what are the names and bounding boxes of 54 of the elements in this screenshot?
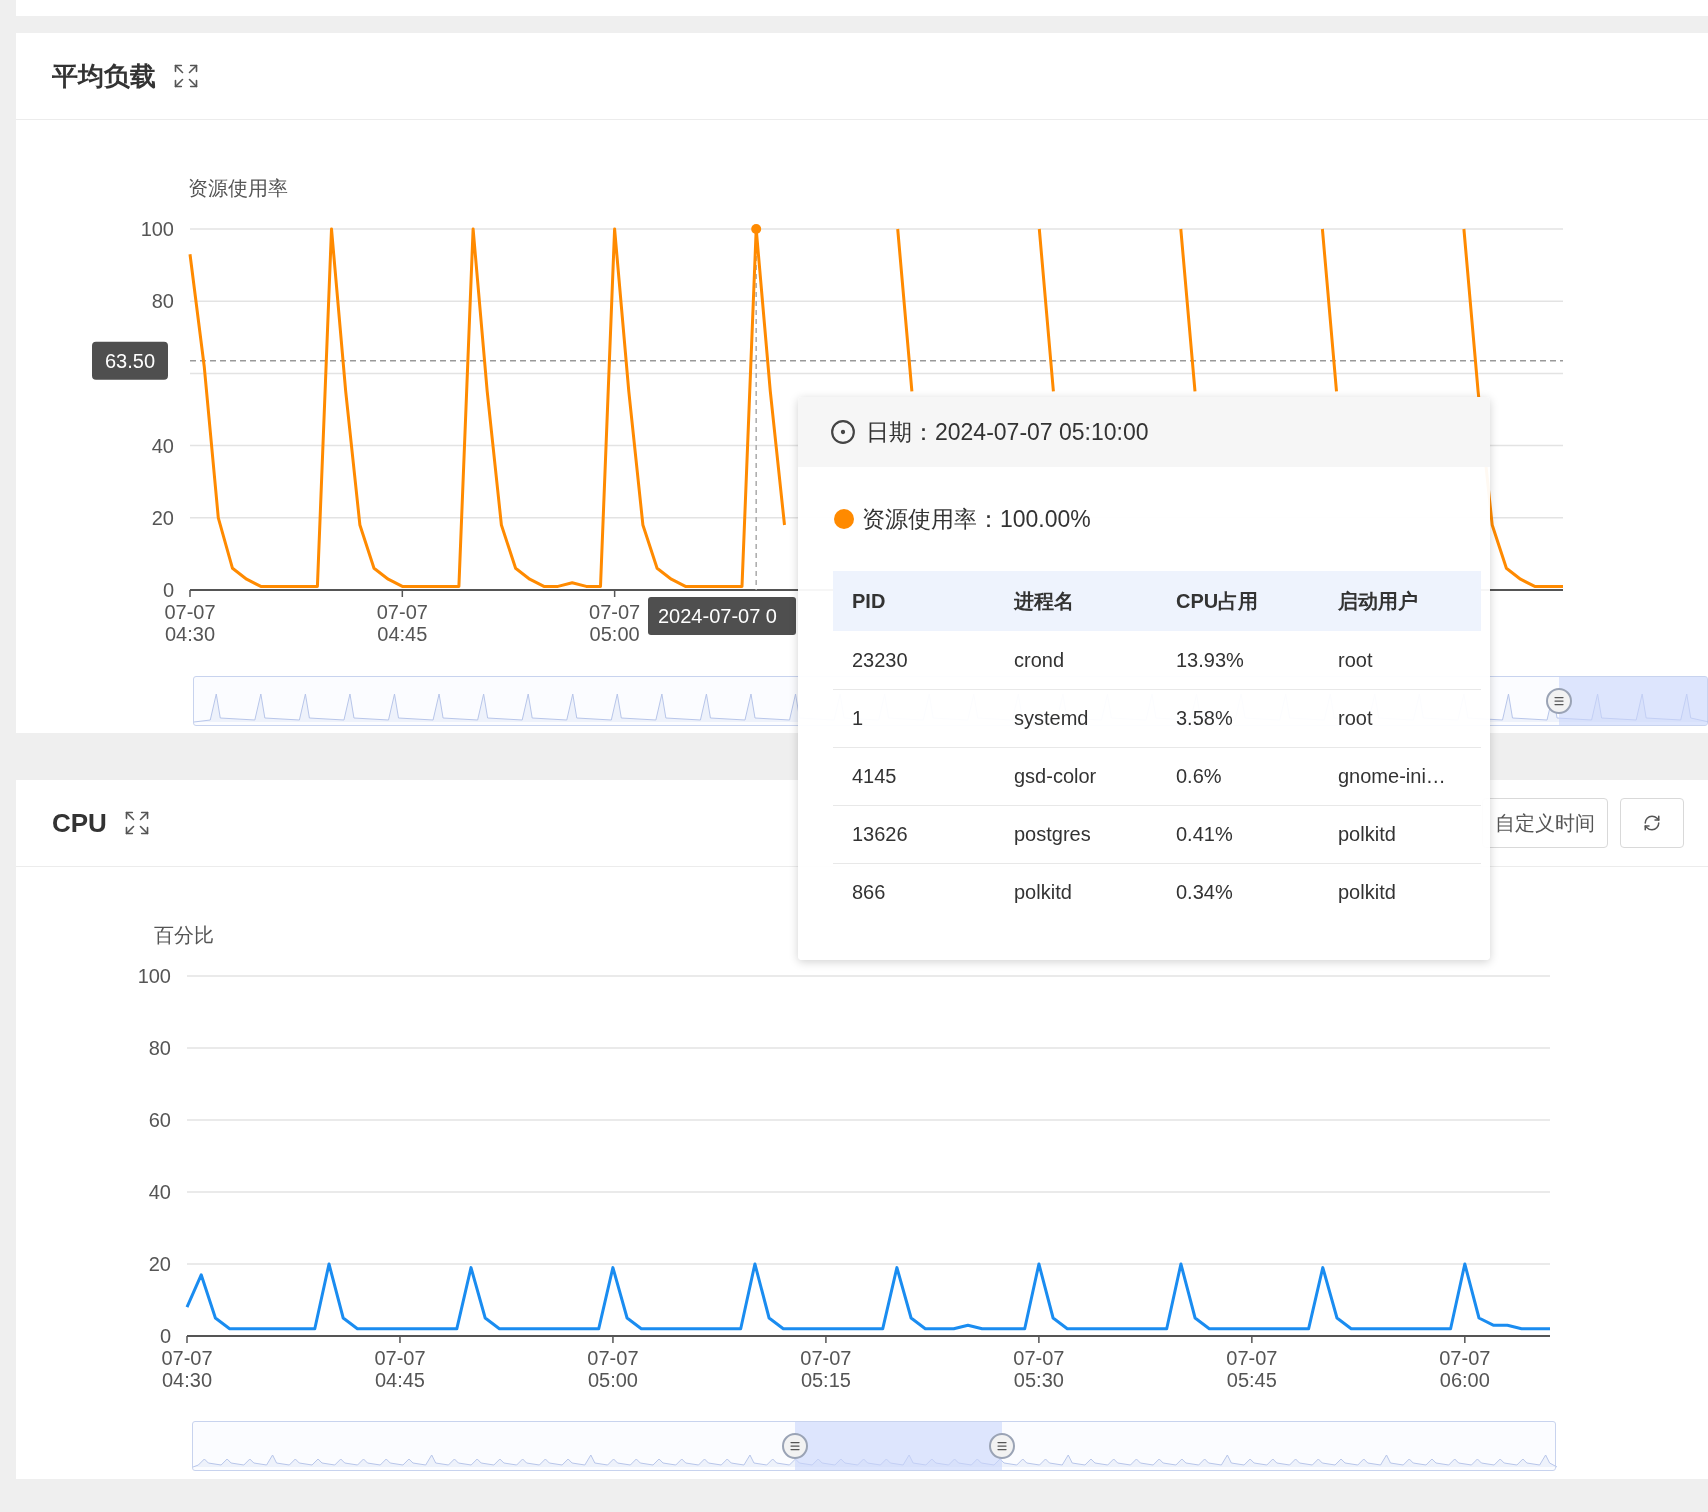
table-cell: 3.58%: [1157, 689, 1319, 747]
ref-line-label: 63.50: [104, 349, 156, 372]
table-cell: postgres: [995, 805, 1157, 863]
table-cell: 0.6%: [1157, 747, 1319, 805]
table-cell: 1: [833, 689, 995, 747]
y-axis-label: 100: [140, 218, 174, 240]
x-axis-label: 07-07 05:30: [1013, 1347, 1065, 1391]
table-cell: 13626: [833, 805, 995, 863]
table-cell: systemd: [995, 689, 1157, 747]
table-cell: crond: [995, 631, 1157, 689]
x-axis-label: 07-07 06:00: [1439, 1347, 1491, 1391]
card-title: CPU: [52, 806, 107, 840]
x-axis-label: 07-07 05:15: [800, 1347, 852, 1391]
column-header: 启动用户: [1319, 571, 1481, 631]
x-axis-label: 07-07 04:30: [161, 1347, 213, 1391]
table-cell: 13.93%: [1157, 631, 1319, 689]
table-cell: 0.41%: [1157, 805, 1319, 863]
y-axis-label: 0: [162, 579, 174, 601]
series-value: 资源使用率：100.00%: [862, 504, 1091, 534]
x-pointer-tag: 2024-07-07 0: [648, 597, 796, 635]
y-axis-title: 资源使用率: [188, 177, 288, 199]
column-header: PID: [833, 571, 995, 631]
table-cell: 23230: [833, 631, 995, 689]
table-cell: root: [1319, 689, 1481, 747]
table-cell: 4145: [833, 747, 995, 805]
y-axis-label: 80: [148, 1037, 171, 1059]
y-axis-label: 100: [137, 965, 171, 987]
y-axis-label: 20: [148, 1253, 171, 1275]
table-cell: 866: [833, 863, 995, 921]
y-axis-label: 40: [151, 434, 174, 457]
x-axis-label: 07-07 04:45: [376, 601, 428, 645]
table-cell: gnome-ini…: [1319, 747, 1481, 805]
x-axis-label: 07-07 05:00: [589, 601, 641, 645]
y-axis-title: 百分比: [154, 924, 214, 946]
table-cell: 0.34%: [1157, 863, 1319, 921]
x-axis-label: 07-07 04:45: [374, 1347, 426, 1391]
y-axis-label: 0: [159, 1325, 171, 1347]
column-header: 进程名: [995, 571, 1157, 631]
y-axis-label: 40: [148, 1181, 171, 1203]
y-axis-label: 20: [151, 506, 174, 529]
card-title: 平均负载: [52, 59, 156, 93]
x-axis-label: 07-07 04:30: [164, 601, 216, 645]
x-axis-label: 07-07 05:45: [1226, 1347, 1278, 1391]
table-cell: polkitd: [1319, 805, 1481, 863]
tooltip-date: 日期：2024-07-07 05:10:00: [866, 417, 1149, 447]
y-pointer-tag: 63.50: [92, 341, 168, 380]
table-cell: root: [1319, 631, 1481, 689]
table-cell: gsd-color: [995, 747, 1157, 805]
column-header: CPU占用: [1157, 571, 1319, 631]
x-axis-label: 07-07 05:00: [587, 1347, 639, 1391]
y-axis-label: 60: [148, 1109, 171, 1131]
table-cell: polkitd: [995, 863, 1157, 921]
table-cell: polkitd: [1319, 863, 1481, 921]
y-axis-label: 80: [151, 290, 174, 313]
